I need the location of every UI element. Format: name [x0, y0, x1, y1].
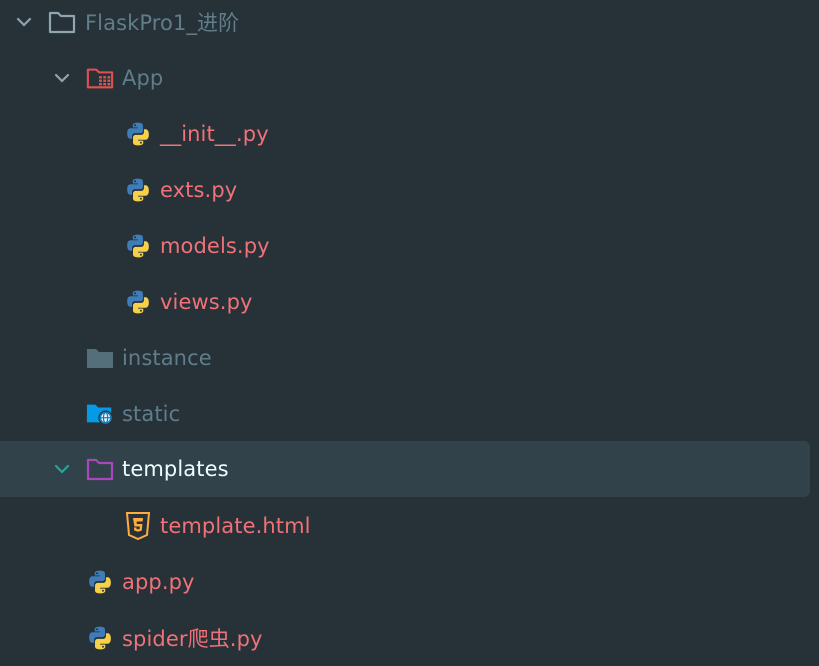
tree-item-label: __init__.py — [160, 122, 269, 146]
tree-item-spider-file[interactable]: spider爬虫.py — [0, 610, 819, 666]
tree-item-instance-folder[interactable]: instance — [0, 330, 819, 386]
tree-item-label: spider爬虫.py — [122, 627, 263, 651]
tree-item-template-html[interactable]: template.html — [0, 498, 819, 554]
tree-item-label: views.py — [160, 290, 253, 314]
html5-icon — [124, 512, 152, 540]
tree-item-label: exts.py — [160, 178, 238, 202]
python-icon — [124, 120, 152, 148]
tree-item-label: models.py — [160, 234, 270, 258]
tree-item-label: FlaskPro1_进阶 — [85, 11, 240, 35]
tree-item-templates-folder[interactable]: templates — [0, 441, 810, 497]
tree-item-views-file[interactable]: views.py — [0, 274, 819, 330]
tree-item-app-file[interactable]: app.py — [0, 554, 819, 610]
chevron-down-icon[interactable] — [51, 458, 73, 480]
python-icon — [124, 232, 152, 260]
folder-outline-icon — [48, 8, 76, 36]
python-icon — [124, 288, 152, 316]
tree-item-label: App — [122, 66, 164, 90]
chevron-down-icon[interactable] — [13, 11, 35, 33]
python-icon — [86, 624, 114, 652]
app-folder-icon — [86, 64, 114, 92]
tree-item-init-file[interactable]: __init__.py — [0, 106, 819, 162]
templates-folder-icon — [86, 455, 114, 483]
static-folder-icon — [86, 400, 114, 428]
file-tree: FlaskPro1_进阶 App __init__.py exts.py mod… — [0, 0, 819, 665]
tree-item-label: template.html — [160, 514, 311, 538]
python-icon — [124, 176, 152, 204]
tree-item-models-file[interactable]: models.py — [0, 218, 819, 274]
tree-item-label: templates — [122, 457, 229, 481]
tree-item-exts-file[interactable]: exts.py — [0, 162, 819, 218]
tree-item-label: app.py — [122, 570, 195, 594]
tree-item-app-folder[interactable]: App — [0, 50, 819, 106]
tree-item-label: static — [122, 402, 181, 426]
python-icon — [86, 568, 114, 596]
tree-item-static-folder[interactable]: static — [0, 386, 819, 442]
chevron-down-icon[interactable] — [51, 67, 73, 89]
tree-item-root[interactable]: FlaskPro1_进阶 — [0, 0, 819, 50]
tree-item-label: instance — [122, 346, 212, 370]
folder-icon — [86, 344, 114, 372]
